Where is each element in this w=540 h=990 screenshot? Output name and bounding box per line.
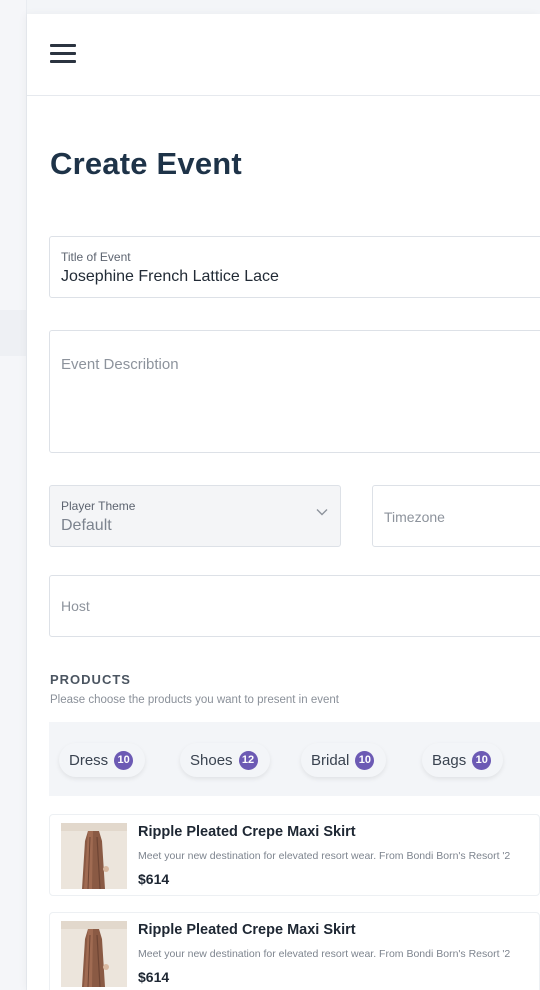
chip-count-badge: 10 [472,750,492,770]
hamburger-menu-icon[interactable] [50,44,76,64]
products-subtitle: Please choose the products you want to p… [50,694,339,706]
player-theme-select[interactable]: Player Theme Default [49,485,341,547]
player-theme-label: Player Theme [61,499,136,513]
product-list-item[interactable]: Ripple Pleated Crepe Maxi Skirt Meet you… [49,814,540,896]
chip-count-badge: 10 [355,750,375,770]
category-chip-bar: Dress 10 Shoes 12 Bridal 10 Bags 10 [49,722,540,796]
product-price: $614 [138,871,170,887]
chip-label: Dress [69,751,109,769]
timezone-field[interactable]: Timezone [372,485,540,547]
host-field[interactable]: Host [49,575,540,637]
host-placeholder: Host [61,598,90,614]
left-rail-band [0,310,26,356]
page-title: Create Event [50,146,242,181]
event-title-field[interactable]: Title of Event Josephine French Lattice … [49,236,540,298]
product-thumbnail [61,823,127,889]
timezone-placeholder: Timezone [384,509,445,525]
chevron-down-icon [316,509,328,516]
product-name: Ripple Pleated Crepe Maxi Skirt [138,824,356,840]
chip-label: Bridal [311,751,350,769]
category-chip-bags[interactable]: Bags 10 [422,743,504,777]
player-theme-value: Default [61,517,112,534]
category-chip-bridal[interactable]: Bridal 10 [301,743,387,777]
chip-label: Shoes [190,751,233,769]
event-description-field[interactable]: Event Describtion [49,330,540,453]
product-description: Meet your new destination for elevated r… [138,948,511,960]
category-chip-shoes[interactable]: Shoes 12 [180,743,270,777]
product-description: Meet your new destination for elevated r… [138,850,511,862]
product-list-item[interactable]: Ripple Pleated Crepe Maxi Skirt Meet you… [49,912,540,990]
chip-count-badge: 10 [114,750,134,770]
event-title-value: Josephine French Lattice Lace [61,268,279,285]
product-thumbnail [61,921,127,987]
event-title-label: Title of Event [61,250,131,264]
top-bar [27,14,540,96]
left-rail [0,0,27,990]
main-panel: Create Event Title of Event Josephine Fr… [27,14,540,990]
product-price: $614 [138,969,170,985]
product-name: Ripple Pleated Crepe Maxi Skirt [138,922,356,938]
category-chip-dress[interactable]: Dress 10 [59,743,146,777]
products-heading: PRODUCTS [50,672,131,687]
chip-label: Bags [432,751,467,769]
chip-count-badge: 12 [238,750,258,770]
event-description-placeholder: Event Describtion [61,356,179,373]
